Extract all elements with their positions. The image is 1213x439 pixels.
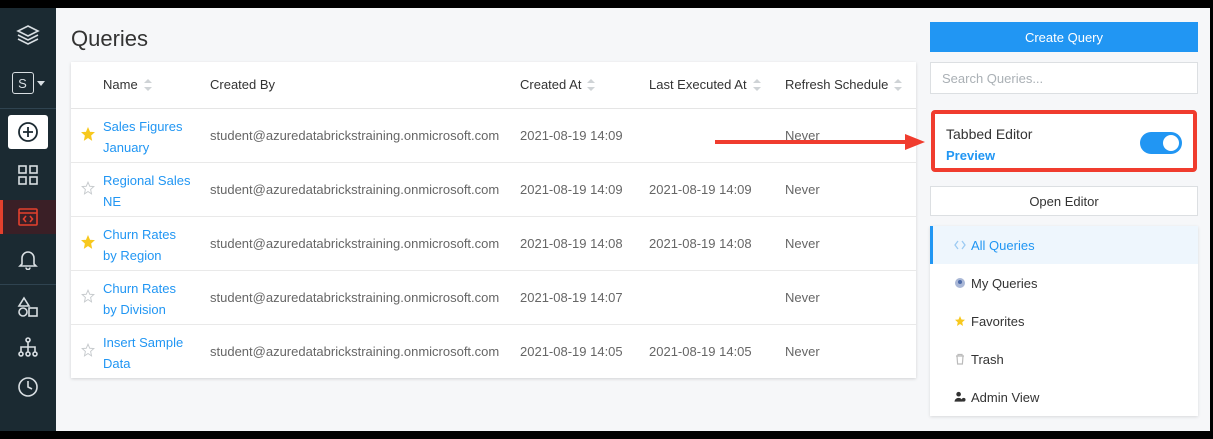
query-name-line: Churn Rates <box>103 281 176 296</box>
history-icon[interactable] <box>8 330 48 364</box>
table-row: Churn Rates by Region student@azuredatabr… <box>71 216 916 271</box>
created-by-cell: student@azuredatabrickstraining.onmicros… <box>210 344 500 359</box>
last-executed-cell: 2021-08-19 14:09 <box>649 182 752 197</box>
query-name-link[interactable]: Sales Figures January <box>103 116 198 158</box>
created-at-cell: 2021-08-19 14:07 <box>520 290 623 305</box>
dashboards-icon[interactable] <box>8 158 48 192</box>
menu-item-label: Admin View <box>971 389 1040 405</box>
page-title: Queries <box>71 26 149 51</box>
query-name-link[interactable]: Regional Sales NE <box>103 170 198 212</box>
created-at-cell: 2021-08-19 14:09 <box>520 182 623 197</box>
table-row: Insert Sample Data student@azuredatabrick… <box>71 324 916 378</box>
favorite-star-icon[interactable] <box>81 288 95 303</box>
data-icon[interactable] <box>8 290 48 324</box>
menu-item-favorites[interactable]: Favorites <box>930 302 1198 340</box>
sort-icon <box>752 78 761 91</box>
sort-icon <box>894 78 903 91</box>
query-name-link[interactable]: Churn Rates by Region <box>103 224 198 266</box>
created-by-cell: student@azuredatabrickstraining.onmicros… <box>210 182 500 197</box>
workspace-switcher[interactable]: S <box>8 66 48 100</box>
queries-table: Name Created By Created At Last Executed… <box>71 62 916 378</box>
admin-icon <box>954 391 966 403</box>
created-at-cell: 2021-08-19 14:05 <box>520 344 623 359</box>
workspace-letter-badge: S <box>11 72 34 94</box>
last-executed-cell: 2021-08-19 14:08 <box>649 236 752 251</box>
created-by-cell: student@azuredatabrickstraining.onmicros… <box>210 290 500 305</box>
query-name-link[interactable]: Churn Rates by Division <box>103 278 198 320</box>
column-header-created-by: Created By <box>210 77 275 92</box>
last-executed-cell: 2021-08-19 14:05 <box>649 344 752 359</box>
sort-icon <box>143 78 152 91</box>
created-at-cell: 2021-08-19 14:09 <box>520 128 623 143</box>
created-at-cell: 2021-08-19 14:08 <box>520 236 623 251</box>
menu-item-my-queries[interactable]: My Queries <box>930 264 1198 302</box>
menu-item-all-queries[interactable]: All Queries <box>930 226 1198 264</box>
menu-item-admin-view[interactable]: Admin View <box>930 378 1198 416</box>
open-editor-button[interactable]: Open Editor <box>930 186 1198 216</box>
query-name-line: January <box>103 140 150 155</box>
queries-icon[interactable] <box>0 200 56 234</box>
query-name-line: Data <box>103 356 131 371</box>
trash-icon <box>954 353 966 365</box>
menu-item-label: My Queries <box>971 275 1038 291</box>
layers-icon[interactable] <box>8 18 48 52</box>
annotation-arrow-icon <box>715 134 925 150</box>
query-name-line: Sales Figures <box>103 119 183 134</box>
alerts-icon[interactable] <box>8 242 48 276</box>
refresh-schedule-cell: Never <box>785 290 820 305</box>
menu-item-label: Trash <box>971 351 1004 367</box>
query-name-link[interactable]: Insert Sample Data <box>103 332 198 374</box>
user-icon <box>954 277 966 289</box>
create-query-button[interactable]: Create Query <box>930 22 1198 52</box>
clock-icon[interactable] <box>8 370 48 404</box>
refresh-schedule-cell: Never <box>785 236 820 251</box>
app-frame: S Queries Name Created By Created At Las… <box>0 8 1210 431</box>
column-header-label: Last Executed At <box>649 77 747 92</box>
tabbed-editor-title: Tabbed Editor <box>946 126 1033 142</box>
column-header-label: Name <box>103 77 138 92</box>
refresh-schedule-cell: Never <box>785 182 820 197</box>
chevron-down-icon <box>36 80 45 86</box>
favorite-star-icon[interactable] <box>81 234 95 249</box>
tabbed-editor-toggle[interactable] <box>1140 132 1182 154</box>
refresh-schedule-cell: Never <box>785 344 820 359</box>
sidebar-divider <box>0 108 56 109</box>
create-icon[interactable] <box>8 115 48 149</box>
menu-item-trash[interactable]: Trash <box>930 340 1198 378</box>
favorite-star-icon[interactable] <box>81 180 95 195</box>
column-header-name[interactable]: Name <box>103 77 152 92</box>
created-by-cell: student@azuredatabrickstraining.onmicros… <box>210 128 500 143</box>
tabbed-editor-panel: Tabbed Editor Preview <box>931 110 1197 172</box>
column-header-label: Refresh Schedule <box>785 77 889 92</box>
sidebar-divider <box>0 284 56 285</box>
favorite-star-icon[interactable] <box>81 126 95 141</box>
created-by-cell: student@azuredatabrickstraining.onmicros… <box>210 236 500 251</box>
table-header: Name Created By Created At Last Executed… <box>71 62 916 109</box>
sidebar: S <box>0 8 56 431</box>
column-header-last-executed-at[interactable]: Last Executed At <box>649 77 761 92</box>
column-header-created-at[interactable]: Created At <box>520 77 596 92</box>
queries-filter-menu: All Queries My Queries Favorites Trash A… <box>930 226 1198 416</box>
query-name-line: by Region <box>103 248 162 263</box>
star-icon <box>954 315 966 327</box>
menu-item-label: All Queries <box>971 237 1035 253</box>
favorite-star-icon[interactable] <box>81 342 95 357</box>
column-header-label: Created By <box>210 77 276 92</box>
query-name-line: by Division <box>103 302 166 317</box>
query-name-line: Churn Rates <box>103 227 176 242</box>
sort-icon <box>587 78 596 91</box>
search-queries-input[interactable] <box>930 62 1198 94</box>
code-icon <box>954 239 966 251</box>
query-name-line: Insert Sample <box>103 335 184 350</box>
menu-item-label: Favorites <box>971 313 1025 329</box>
tabbed-editor-preview-link[interactable]: Preview <box>946 148 995 163</box>
table-row: Churn Rates by Division student@azuredata… <box>71 270 916 325</box>
query-name-line: Regional Sales <box>103 173 191 188</box>
column-header-label: Created At <box>520 77 582 92</box>
query-name-line: NE <box>103 194 122 209</box>
table-row: Regional Sales NE student@azuredatabricks… <box>71 162 916 217</box>
column-header-refresh-schedule[interactable]: Refresh Schedule <box>785 77 903 92</box>
